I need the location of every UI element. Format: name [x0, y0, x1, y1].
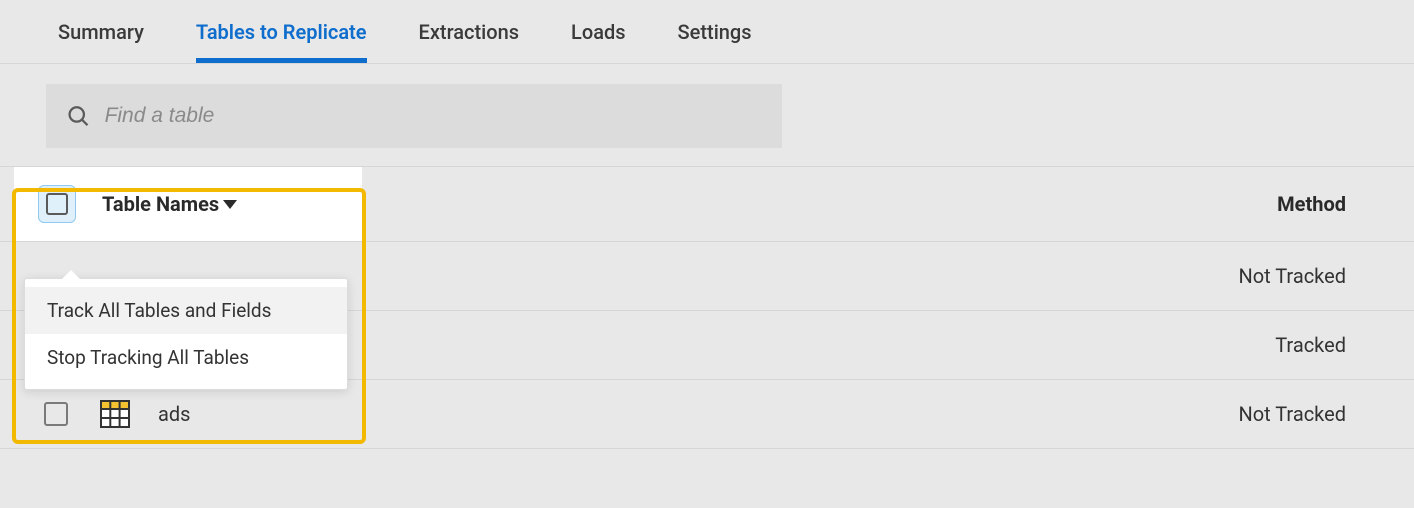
caret-down-icon [223, 200, 237, 209]
search-row [0, 64, 1414, 166]
table-icon [100, 400, 130, 428]
dropdown-stop-tracking[interactable]: Stop Tracking All Tables [25, 334, 347, 381]
tab-summary[interactable]: Summary [58, 20, 144, 63]
method-header: Method [1277, 192, 1346, 216]
search-box[interactable] [46, 84, 782, 148]
dropdown-track-all[interactable]: Track All Tables and Fields [25, 287, 347, 334]
table-names-header[interactable]: Table Names [102, 192, 237, 216]
tab-settings[interactable]: Settings [678, 20, 752, 63]
table-header: Table Names Method [0, 166, 1414, 242]
tab-extractions[interactable]: Extractions [419, 20, 520, 63]
select-all-checkbox[interactable] [38, 185, 76, 223]
search-input[interactable] [105, 104, 762, 128]
tab-tables-to-replicate[interactable]: Tables to Replicate [196, 20, 367, 63]
row-method: Not Tracked [1238, 402, 1346, 426]
row-method: Not Tracked [1238, 264, 1346, 288]
tabs-bar: Summary Tables to Replicate Extractions … [0, 0, 1414, 64]
table-names-label: Table Names [102, 192, 219, 216]
row-name: ads [158, 402, 190, 426]
search-icon [66, 103, 91, 129]
table-row[interactable]: ads Not Tracked [0, 380, 1414, 449]
table-names-dropdown: Track All Tables and Fields Stop Trackin… [24, 278, 348, 390]
row-checkbox[interactable] [44, 402, 68, 426]
row-method: Tracked [1275, 333, 1346, 357]
tab-loads[interactable]: Loads [571, 20, 626, 63]
